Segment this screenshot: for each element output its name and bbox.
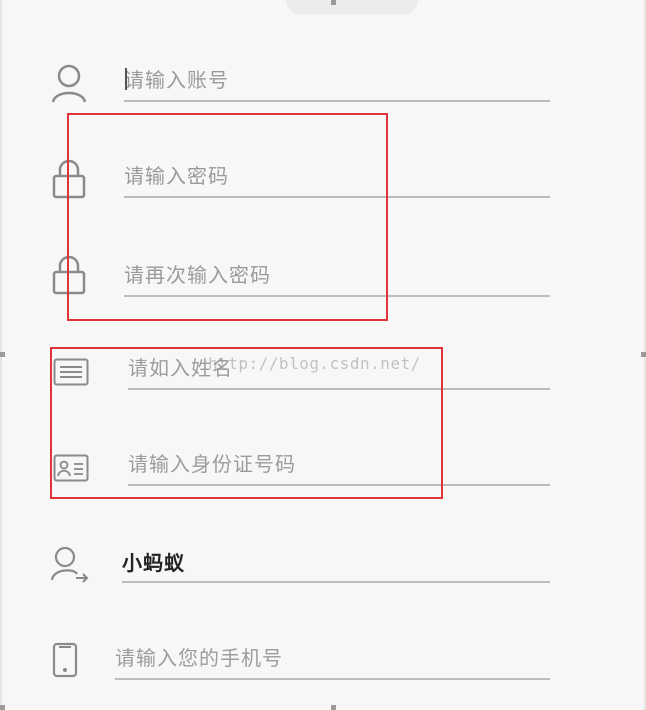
resize-handle-top[interactable]	[331, 0, 336, 5]
referrer-field[interactable]	[122, 543, 550, 583]
account-input[interactable]	[124, 62, 550, 98]
referrer-input[interactable]	[122, 543, 550, 579]
phone-underline	[115, 678, 550, 680]
text-caret	[125, 68, 127, 90]
account-underline	[124, 100, 550, 102]
user-icon	[51, 64, 87, 103]
phone-icon	[52, 642, 78, 678]
resize-handle-bottom[interactable]	[331, 705, 336, 710]
account-field[interactable]	[124, 62, 550, 102]
watermark: http://blog.csdn.net/	[208, 354, 421, 373]
referrer-underline	[122, 581, 550, 583]
resize-handle-left[interactable]	[0, 352, 5, 357]
resize-handle-bottom-left[interactable]	[0, 705, 5, 710]
resize-handle-right[interactable]	[641, 352, 646, 357]
phone-input[interactable]	[115, 640, 550, 676]
top-tab	[286, 0, 418, 14]
highlight-box-password	[67, 113, 388, 321]
phone-field[interactable]	[115, 640, 550, 680]
user-share-icon	[50, 546, 89, 583]
